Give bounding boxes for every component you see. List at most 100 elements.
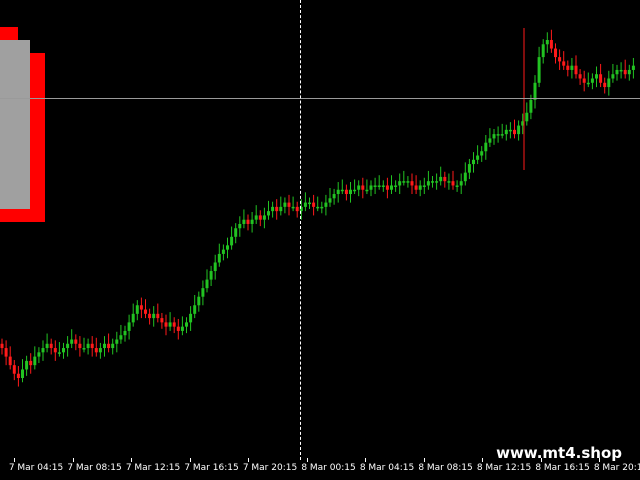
candle [139, 297, 143, 319]
candle [328, 188, 332, 207]
candle [631, 57, 635, 79]
candle [578, 69, 582, 85]
candle-body [320, 206, 324, 209]
candle [431, 176, 434, 188]
candle [344, 184, 348, 201]
candle [582, 70, 586, 92]
candle-body [201, 288, 205, 297]
candle [492, 128, 496, 145]
candle-body [4, 348, 8, 357]
candle [484, 134, 488, 160]
candle [316, 196, 320, 212]
candle [148, 308, 152, 325]
candle-body [262, 215, 266, 220]
time-axis-label: 8 Mar 20:15 [593, 463, 640, 473]
candle-body [312, 202, 316, 207]
candle [435, 173, 439, 190]
candle [254, 205, 258, 224]
candle-body [513, 129, 516, 135]
candle-body [21, 369, 24, 378]
candle [33, 346, 37, 370]
time-tick [14, 458, 15, 462]
candle-body [164, 322, 168, 327]
candle [94, 337, 98, 357]
vertical-crosshair-line [300, 0, 301, 460]
candle [135, 300, 139, 321]
candle-body [74, 339, 78, 344]
candle-body [500, 134, 504, 136]
candle-body [566, 65, 570, 70]
candle [381, 180, 385, 192]
candle [176, 318, 180, 340]
candle [45, 333, 49, 353]
candle-body [53, 348, 57, 353]
candle [57, 342, 61, 357]
candle-body [361, 185, 365, 190]
candle [283, 197, 287, 214]
candle-body [340, 189, 344, 192]
candle-body [127, 322, 131, 331]
candle-body [275, 206, 279, 212]
candle [385, 177, 389, 199]
candle-body [406, 181, 410, 183]
candle [103, 336, 106, 357]
candle-body [78, 343, 82, 349]
candle [66, 336, 70, 357]
candle-body [57, 352, 61, 354]
candle-body [492, 134, 496, 139]
candle-body [603, 82, 607, 88]
candle [267, 200, 270, 220]
time-tick [482, 458, 483, 462]
candle [365, 179, 369, 195]
candle-body [549, 40, 553, 49]
candle-body [390, 185, 393, 190]
candle [467, 158, 471, 180]
candle [525, 102, 529, 126]
candle-body [344, 189, 348, 195]
candle [312, 194, 316, 216]
time-tick [72, 458, 74, 462]
candle [595, 66, 598, 88]
candle [172, 317, 176, 334]
candle [590, 73, 594, 90]
candle [250, 211, 254, 233]
candle-body [365, 189, 369, 192]
candle-body [484, 142, 488, 152]
candle [353, 179, 357, 195]
candle [98, 342, 102, 359]
candle-body [377, 185, 381, 187]
candle [336, 182, 340, 203]
candle [8, 346, 12, 370]
candle [570, 57, 574, 79]
candle [107, 333, 111, 353]
candle-body [234, 228, 238, 237]
candle [447, 173, 451, 190]
candle [4, 340, 8, 366]
candle-body [135, 305, 139, 314]
candle-body [426, 181, 430, 186]
candle-body [25, 360, 29, 370]
candle [324, 194, 328, 216]
watermark: www.mt4.shop [496, 444, 622, 462]
candle-body [226, 245, 229, 250]
chart-area[interactable] [0, 0, 640, 460]
candle [562, 51, 566, 70]
candle-body [70, 339, 74, 344]
candle [554, 43, 557, 64]
candle [480, 146, 484, 162]
candle [443, 171, 447, 188]
candle-body [517, 125, 521, 135]
candle [230, 226, 234, 250]
candle-body [316, 206, 320, 209]
candle-body [189, 313, 193, 323]
candle-body [193, 305, 197, 314]
candle-body [488, 138, 492, 143]
candle-body [590, 78, 594, 83]
candle-body [607, 78, 611, 88]
candle-body [90, 343, 94, 349]
candle-body [615, 69, 619, 75]
horizontal-price-line[interactable] [0, 98, 640, 99]
candle-body [439, 176, 443, 182]
candle-body [86, 343, 90, 349]
candle [504, 124, 508, 141]
